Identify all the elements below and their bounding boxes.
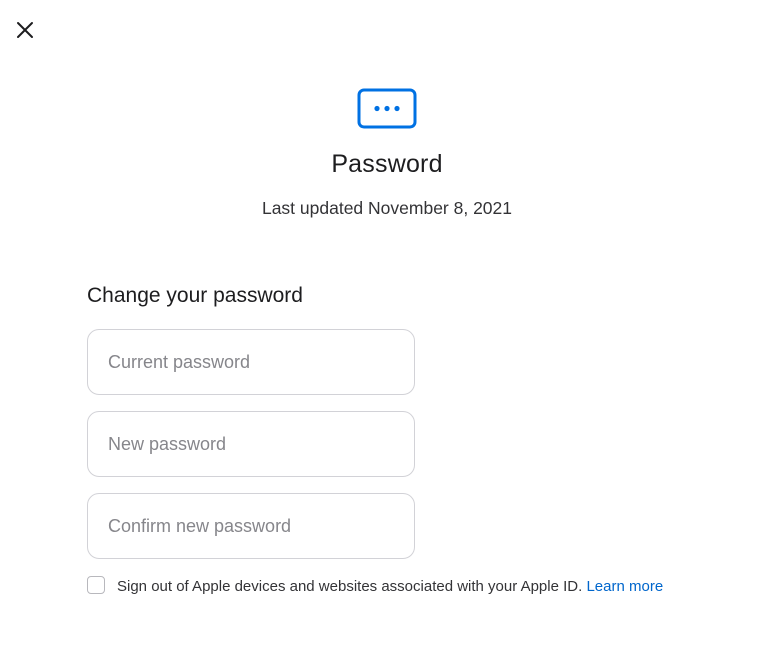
current-password-input[interactable] xyxy=(108,351,394,373)
password-dots-icon xyxy=(357,88,417,129)
page-title: Password xyxy=(331,150,443,178)
close-icon xyxy=(17,22,33,38)
signout-label: Sign out of Apple devices and websites a… xyxy=(117,575,702,599)
dialog-header: Password Last updated November 8, 2021 xyxy=(0,88,768,220)
current-password-field xyxy=(87,329,415,395)
new-password-input[interactable] xyxy=(108,433,394,455)
password-dialog: Password Last updated November 8, 2021 C… xyxy=(0,0,768,664)
section-title: Change your password xyxy=(87,284,303,307)
close-button[interactable] xyxy=(14,19,36,41)
change-password-form: Change your password Sign out of Apple d… xyxy=(87,281,707,599)
confirm-password-field xyxy=(87,493,415,559)
last-updated-text: Last updated November 8, 2021 xyxy=(261,198,513,218)
signout-checkbox[interactable] xyxy=(87,576,105,594)
learn-more-link[interactable]: Learn more xyxy=(586,578,663,595)
signout-option: Sign out of Apple devices and websites a… xyxy=(87,575,707,599)
new-password-field xyxy=(87,411,415,477)
confirm-password-input[interactable] xyxy=(108,515,394,537)
signout-label-text: Sign out of Apple devices and websites a… xyxy=(117,578,583,595)
